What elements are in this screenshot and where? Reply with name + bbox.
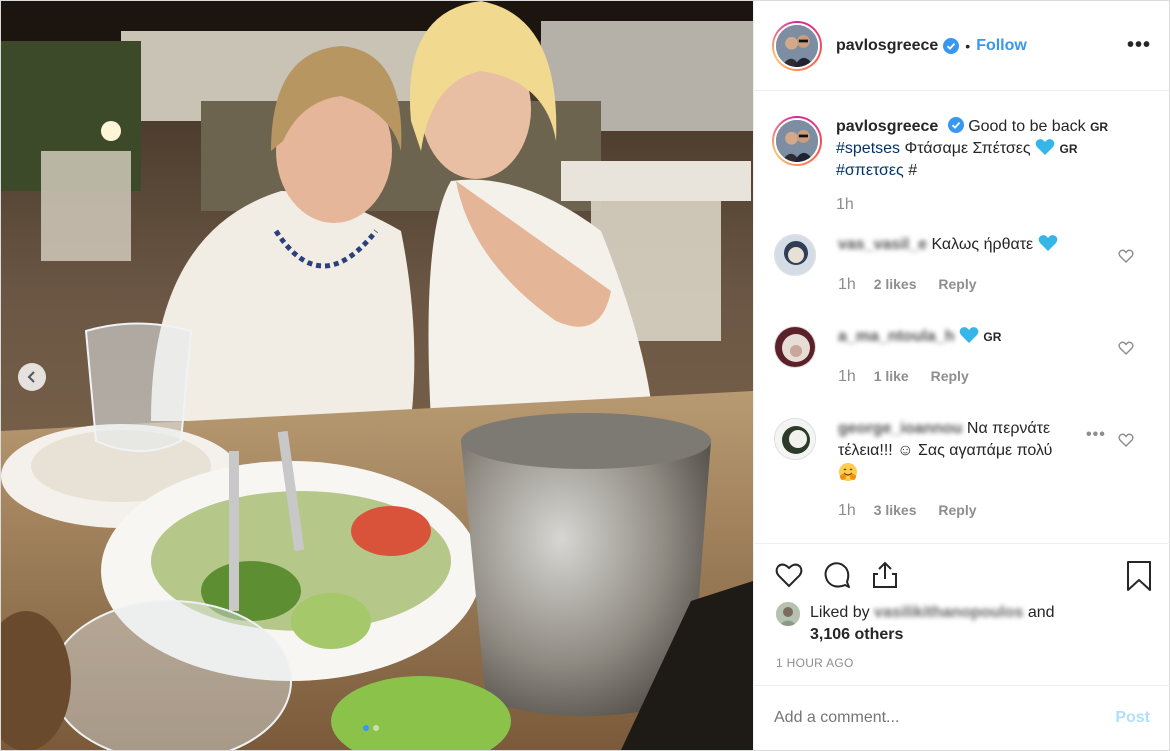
bookmark-icon[interactable] [1126, 560, 1152, 592]
comments-list[interactable]: pavlosgreece Good to be back GR #spetses… [754, 92, 1170, 542]
liked-by-text: Liked by vasilikithanopoulos and 3,106 o… [810, 602, 1055, 646]
carousel-dot [373, 725, 379, 731]
caption-time[interactable]: 1h [836, 196, 854, 213]
avatar-image [776, 120, 818, 162]
caption-body: pavlosgreece Good to be back GR #spetses… [836, 116, 1136, 216]
comment-meta: 1h 3 likes Reply [838, 502, 995, 520]
caption-author-avatar[interactable] [772, 116, 822, 166]
comment-reply-button[interactable]: Reply [931, 368, 969, 384]
instagram-post-modal: pavlosgreece • Follow ••• pavlosgreece G… [0, 0, 1170, 751]
liked-by-suffix: and [1027, 604, 1055, 621]
comment-like-heart-icon[interactable] [1118, 340, 1134, 356]
post-side-panel: pavlosgreece • Follow ••• pavlosgreece G… [753, 1, 1170, 750]
avatar-image [775, 235, 815, 275]
commenter-avatar[interactable] [774, 234, 816, 276]
comment-text-block: george_ioannou Να περνάτε τέλεια!!! ☺ Σα… [838, 418, 1093, 485]
avatar-image [776, 24, 818, 67]
post-header: pavlosgreece • Follow ••• [754, 1, 1169, 91]
comment-more-options-button[interactable]: ••• [1086, 426, 1106, 444]
chevron-left-icon [27, 371, 35, 383]
comment-text-block: vas_vasil_e Καλως ήρθατε [838, 234, 1093, 256]
comment-likes[interactable]: 3 likes [874, 502, 917, 518]
flag-gr-label: GR [983, 330, 1002, 344]
post-timestamp[interactable]: 1 HOUR AGO [776, 656, 854, 670]
comment-time[interactable]: 1h [838, 276, 856, 293]
author-username[interactable]: pavlosgreece [836, 37, 938, 55]
commenter-username[interactable]: george_ioannou [838, 420, 962, 437]
comment-meta: 1h 2 likes Reply [838, 276, 995, 294]
commenter-username[interactable]: vas_vasil_e [838, 236, 927, 253]
share-icon[interactable] [870, 560, 900, 590]
likes-count-link[interactable]: 3,106 others [810, 626, 903, 643]
flag-gr-label: GR [1090, 120, 1109, 134]
hashtag-link[interactable]: #σπετσες [836, 162, 904, 179]
post-actions: Liked by vasilikithanopoulos and 3,106 o… [754, 543, 1170, 670]
author-avatar[interactable] [772, 20, 822, 71]
verified-badge-icon [943, 37, 960, 54]
caption-trailing-hash: # [908, 162, 918, 179]
liked-by-user[interactable]: vasilikithanopoulos [874, 604, 1023, 621]
liked-by-prefix: Liked by [810, 604, 870, 621]
commenter-username[interactable]: a_ma_ntoula_h [838, 328, 954, 345]
more-options-button[interactable]: ••• [1127, 34, 1151, 57]
carousel-prev-button[interactable] [18, 363, 46, 391]
comment-text: Καλως ήρθατε [931, 236, 1034, 253]
comment-like-heart-icon[interactable] [1118, 248, 1134, 264]
comment-time[interactable]: 1h [838, 368, 856, 385]
comment-input[interactable] [774, 709, 1074, 727]
carousel-indicator [363, 725, 379, 731]
caption-text-1: Good to be back [968, 118, 1086, 135]
hashtag-link[interactable]: #spetses [836, 140, 900, 157]
comment-reply-button[interactable]: Reply [938, 502, 976, 518]
caption-text-2: Φτάσαμε Σπέτσες [904, 140, 1031, 157]
carousel-dot-active [363, 725, 369, 731]
post-comment-button[interactable]: Post [1115, 709, 1150, 727]
verified-badge-icon [947, 117, 964, 133]
avatar-image [775, 327, 815, 367]
follow-button[interactable]: Follow [976, 37, 1027, 55]
action-icons [774, 560, 900, 590]
blue-heart-emoji [1035, 139, 1055, 155]
comment-time[interactable]: 1h [838, 502, 856, 519]
post-photo[interactable] [1, 1, 753, 750]
comment-like-heart-icon[interactable] [1118, 432, 1134, 448]
caption-username[interactable]: pavlosgreece [836, 118, 938, 135]
restaurant-photo [1, 1, 753, 750]
comment-likes[interactable]: 2 likes [874, 276, 917, 292]
header-separator: • [965, 37, 971, 54]
post-caption: pavlosgreece Good to be back GR #spetses… [772, 116, 1152, 216]
avatar-image [776, 602, 800, 626]
comment-text-block: a_ma_ntoula_h GR [838, 326, 1093, 348]
comment-icon[interactable] [822, 560, 852, 590]
liked-by: Liked by vasilikithanopoulos and 3,106 o… [776, 602, 1156, 646]
hugging-face-emoji [839, 463, 857, 481]
commenter-avatar[interactable] [774, 326, 816, 368]
add-comment-bar: Post [754, 685, 1170, 750]
comment-reply-button[interactable]: Reply [938, 276, 976, 292]
blue-heart-emoji [959, 327, 979, 343]
blue-heart-emoji [1038, 235, 1058, 251]
comment-likes[interactable]: 1 like [874, 368, 909, 384]
commenter-avatar[interactable] [774, 418, 816, 460]
liker-avatar[interactable] [776, 602, 800, 626]
flag-gr-label: GR [1059, 142, 1078, 156]
comment-meta: 1h 1 like Reply [838, 368, 987, 386]
avatar-image [775, 419, 815, 459]
heart-icon[interactable] [774, 560, 804, 590]
